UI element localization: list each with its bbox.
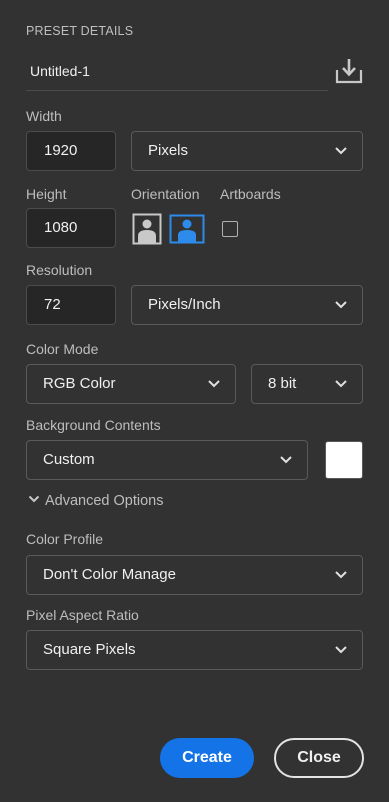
width-input[interactable]: 1920 [26,131,116,171]
advanced-options-label: Advanced Options [45,493,164,509]
width-unit-value: Pixels [148,142,189,159]
chevron-down-icon [28,495,40,503]
chevron-down-icon [335,646,347,654]
background-contents-dropdown[interactable]: Custom [26,440,308,480]
advanced-options-toggle[interactable]: Advanced Options [28,493,164,509]
color-mode-label: Color Mode [26,341,99,357]
height-input[interactable]: 1080 [26,208,116,248]
color-profile-dropdown[interactable]: Don't Color Manage [26,555,363,595]
portrait-orientation-button[interactable] [132,213,162,245]
preset-name-field[interactable]: Untitled-1 [30,63,90,79]
create-button[interactable]: Create [160,738,254,778]
preset-details-panel: PRESET DETAILS Untitled-1 Width 1920 Pix… [0,0,389,802]
resolution-value: 72 [44,296,61,313]
pixel-aspect-ratio-dropdown[interactable]: Square Pixels [26,630,363,670]
color-mode-dropdown[interactable]: RGB Color [26,364,236,404]
chevron-down-icon [280,456,292,464]
width-label: Width [26,108,62,124]
color-profile-value: Don't Color Manage [43,566,176,583]
pixel-aspect-ratio-label: Pixel Aspect Ratio [26,607,139,623]
bit-depth-value: 8 bit [268,375,297,392]
resolution-unit-value: Pixels/Inch [148,296,221,313]
width-value: 1920 [44,142,78,159]
chevron-down-icon [335,147,347,155]
background-contents-value: Custom [43,451,95,468]
preset-name-underline [26,90,328,91]
resolution-input[interactable]: 72 [26,285,116,325]
landscape-icon [169,214,205,244]
color-profile-label: Color Profile [26,531,104,547]
save-preset-icon[interactable] [334,56,364,86]
height-label: Height [26,186,67,202]
portrait-icon [132,213,162,245]
pixel-aspect-ratio-value: Square Pixels [43,641,136,658]
width-unit-dropdown[interactable]: Pixels [131,131,363,171]
section-title: PRESET DETAILS [26,24,134,38]
chevron-down-icon [335,301,347,309]
chevron-down-icon [335,380,347,388]
height-value: 1080 [44,219,78,236]
bit-depth-dropdown[interactable]: 8 bit [251,364,363,404]
artboards-checkbox[interactable] [222,221,238,237]
color-mode-value: RGB Color [43,375,116,392]
artboards-label: Artboards [220,186,281,202]
chevron-down-icon [335,571,347,579]
orientation-label: Orientation [131,186,200,202]
resolution-label: Resolution [26,262,93,278]
resolution-unit-dropdown[interactable]: Pixels/Inch [131,285,363,325]
background-contents-label: Background Contents [26,417,161,433]
background-color-swatch[interactable] [325,441,363,479]
chevron-down-icon [208,380,220,388]
landscape-orientation-button[interactable] [169,214,205,244]
close-button[interactable]: Close [274,738,364,778]
